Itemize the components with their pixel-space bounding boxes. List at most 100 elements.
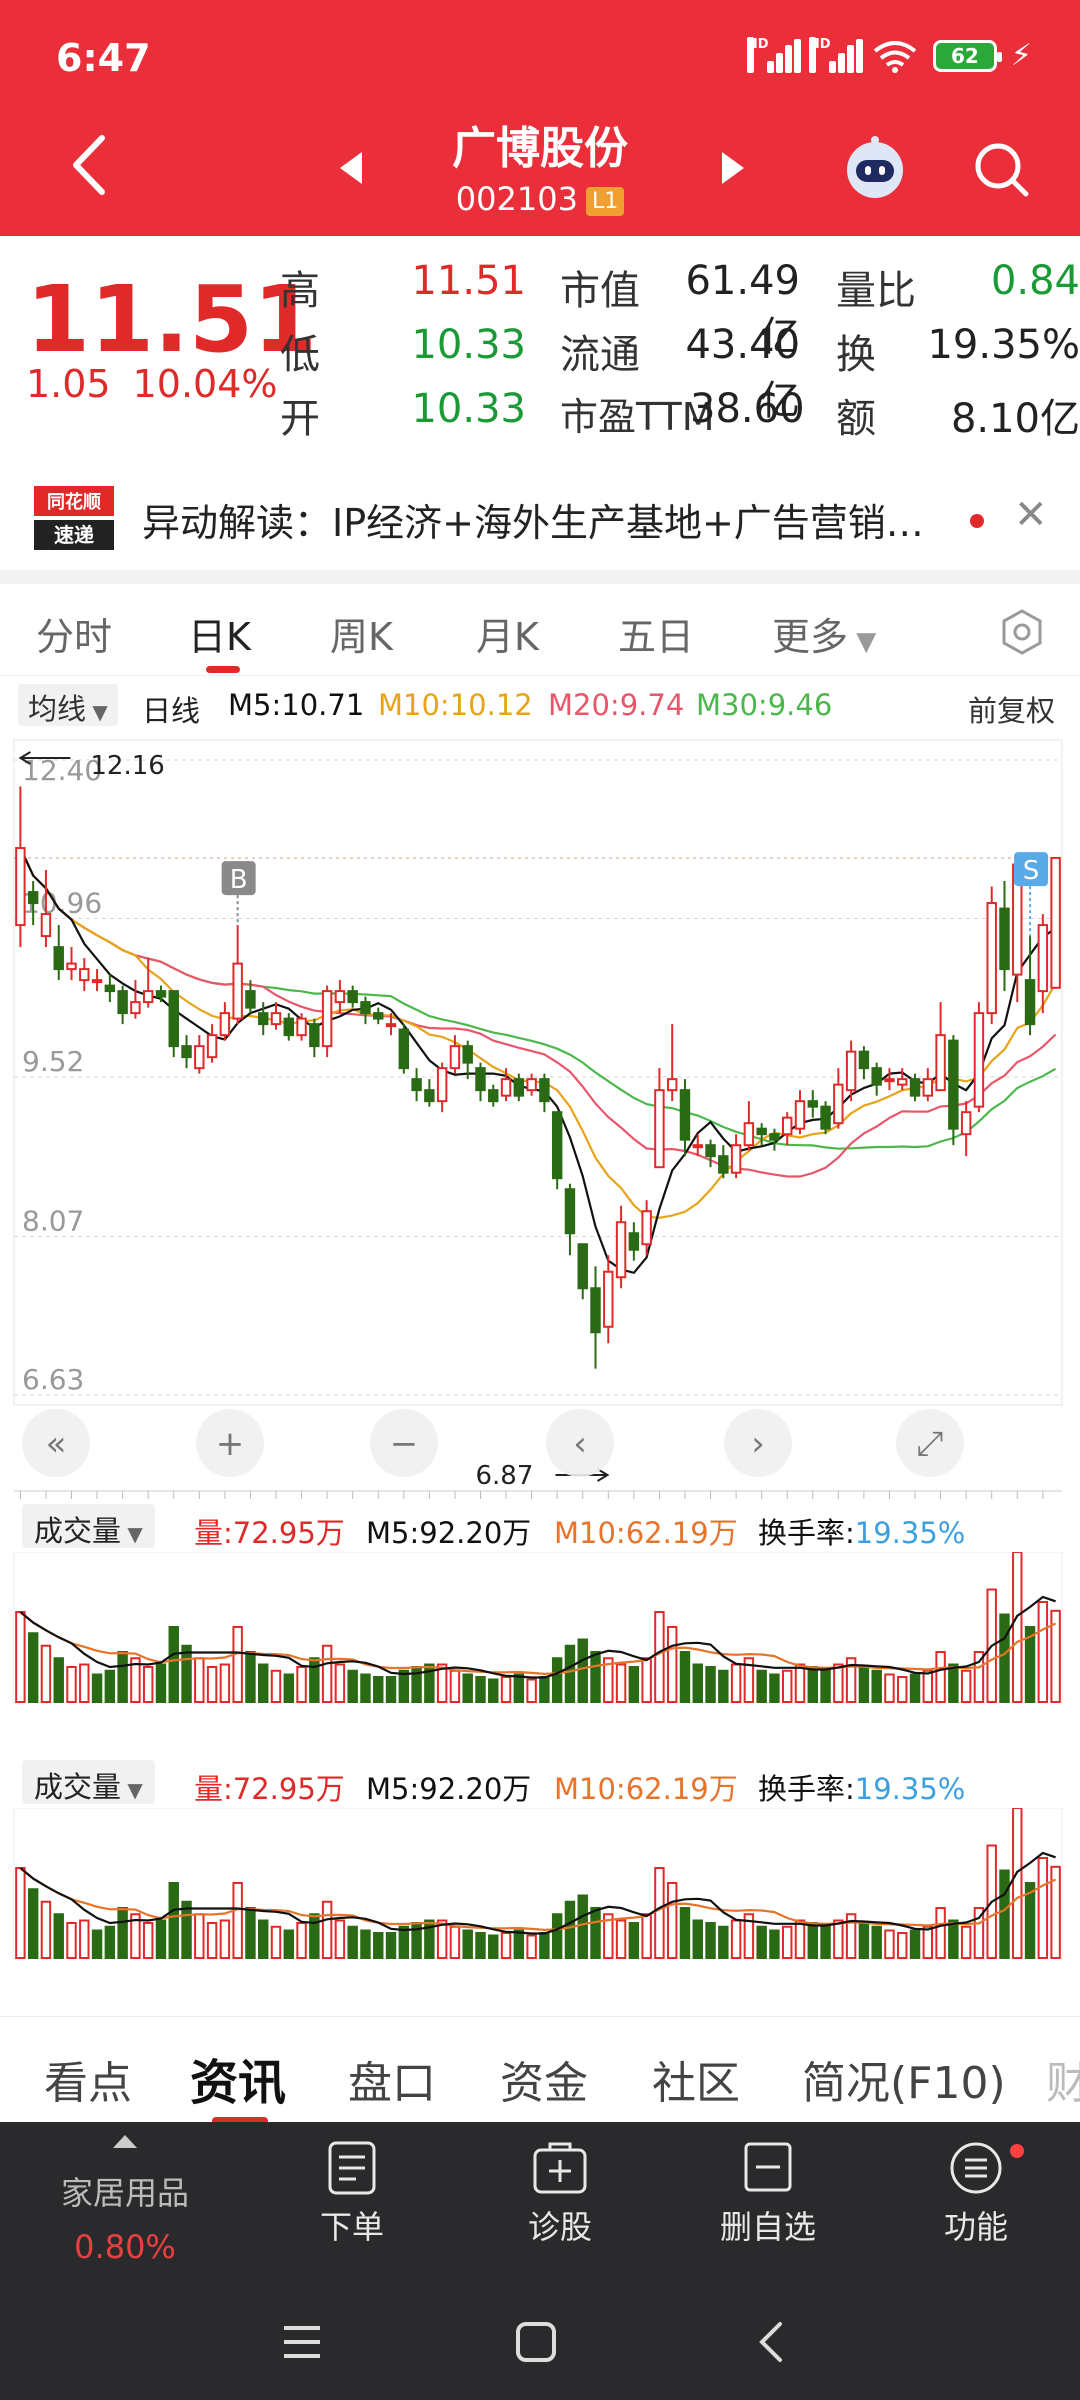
candle-body [743, 1122, 755, 1147]
tab-daily-k[interactable]: 日K [188, 606, 251, 661]
volume-bar [40, 1900, 52, 1959]
tab-intraday[interactable]: 分时 [36, 606, 112, 661]
volume-bar [155, 1663, 167, 1703]
volume-bar [679, 1651, 691, 1703]
volume-bar [219, 1919, 231, 1959]
diagnose-button[interactable]: 诊股 [480, 2140, 640, 2248]
volume-legend: 成交量 ▼ 量:72.95万 M5:92.20万 M10:62.19万 换手率:… [0, 1500, 1080, 1550]
tab-profile-f10[interactable]: 简况(F10) [802, 2047, 1006, 2111]
volume-bar [654, 1867, 665, 1959]
y-tick-label: 6.63 [22, 1363, 84, 1396]
volume-bar [500, 1932, 512, 1959]
volume-bar [807, 1922, 818, 1959]
tab-more[interactable]: 更多 ▼ [772, 606, 876, 661]
tab-five-day[interactable]: 五日 [618, 606, 694, 661]
tab-more-label: 更多 [772, 615, 849, 659]
low-marker-label: 6.87 [476, 1461, 534, 1491]
order-button[interactable]: 下单 [272, 2140, 432, 2248]
candle-body [40, 913, 52, 938]
signal-icon-2: HD [808, 36, 863, 73]
volume-bar [283, 1929, 294, 1959]
volume-bar [782, 1669, 793, 1703]
volume-selector-2[interactable]: 成交量 ▼ [22, 1760, 155, 1804]
candle-body [845, 1050, 857, 1092]
robot-assistant-icon[interactable] [840, 132, 910, 202]
volume-bar [615, 1663, 627, 1703]
volume-bar [270, 1925, 282, 1959]
volume-bar [935, 1651, 946, 1703]
candle [590, 1266, 601, 1369]
candle-body [564, 1188, 576, 1235]
volume-bar [181, 1644, 192, 1703]
candle-body [321, 990, 333, 1048]
candle [488, 1084, 499, 1107]
volume-selector[interactable]: 成交量 ▼ [22, 1504, 155, 1548]
volume-bar [782, 1925, 793, 1959]
candle-body [666, 1078, 678, 1092]
candle-body [833, 1083, 844, 1125]
amount-label: 额 [836, 396, 876, 442]
ma-selector[interactable]: 均线 ▼ [18, 684, 118, 726]
candle-body [641, 1210, 652, 1246]
candle [935, 1002, 946, 1092]
volume-bar [718, 1669, 729, 1703]
tab-weekly-k[interactable]: 周K [330, 606, 393, 661]
tab-news[interactable]: 资讯 [190, 2043, 286, 2113]
volume-bar [897, 1676, 908, 1703]
candle [117, 985, 128, 1025]
volume-bar [922, 1669, 934, 1703]
low-label: 低 [280, 332, 320, 378]
notification-dot [1010, 2144, 1024, 2158]
volume-bar [385, 1932, 397, 1959]
ma30-value: M30:9.46 [696, 688, 833, 722]
signal-icon: HD [746, 36, 801, 73]
news-headline[interactable]: 异动解读：IP经济+海外生产基地+广告营销… [142, 492, 924, 547]
header-bar: 6:47 HD HD 62 ⚡ 广博股份 002103 L1 [0, 0, 1080, 236]
news-ticker[interactable]: 同花顺 速递 异动解读：IP经济+海外生产基地+广告营销… ✕ [0, 470, 1080, 570]
volume-bar [730, 1919, 742, 1959]
close-icon[interactable]: ✕ [1014, 492, 1048, 538]
candle-body [347, 990, 358, 1004]
ma20-value: M20:9.74 [548, 688, 685, 722]
candle [500, 1068, 512, 1102]
candle [577, 1243, 588, 1300]
volume-bar [718, 1925, 729, 1959]
volume-bar [15, 1867, 26, 1959]
candlestick-chart[interactable]: 12.4010.969.528.076.6312.166.87BS«+−‹›⤢2… [0, 730, 1080, 1510]
status-bar: 6:47 HD HD 62 ⚡ [0, 0, 1080, 116]
candle-body [718, 1155, 729, 1174]
tab-finance[interactable]: 财 [1046, 2047, 1080, 2111]
tab-order-book[interactable]: 盘口 [348, 2047, 436, 2111]
remove-favorite-button[interactable]: 删自选 [688, 2140, 848, 2248]
volume-bar [705, 1666, 716, 1703]
candle-body [871, 1067, 882, 1086]
back-nav-icon[interactable] [752, 2320, 792, 2364]
tab-monthly-k[interactable]: 月K [476, 606, 539, 661]
candle [79, 958, 90, 992]
volume-bar [296, 1922, 307, 1959]
candle [615, 1205, 627, 1289]
amount-value: 8.10亿 [950, 396, 1080, 442]
adjust-mode[interactable]: 前复权 [968, 688, 1055, 730]
volume-bars-2 [13, 1808, 1063, 1959]
candle [960, 1101, 972, 1157]
candle [858, 1046, 870, 1080]
tab-capital[interactable]: 资金 [500, 2047, 588, 2111]
volume-bar [526, 1934, 537, 1959]
function-menu-icon [950, 2142, 1002, 2194]
chart-settings-icon[interactable] [998, 608, 1046, 656]
candle-body [194, 1045, 205, 1070]
candle-body [385, 1023, 397, 1028]
buy-marker: B [221, 861, 256, 926]
tab-highlights[interactable]: 看点 [44, 2047, 132, 2111]
sector-info[interactable]: 家居用品 0.80% [40, 2132, 210, 2266]
volume-bar [27, 1632, 39, 1703]
search-icon[interactable] [970, 138, 1034, 202]
volume-bar [871, 1669, 882, 1703]
tab-community[interactable]: 社区 [652, 2047, 740, 2111]
home-icon[interactable] [514, 2320, 558, 2364]
function-button[interactable]: 功能 [896, 2140, 1056, 2248]
chart-control-icon: ⤢ [916, 1424, 943, 1464]
high-value: 11.51 [411, 258, 526, 304]
menu-icon[interactable] [280, 2322, 324, 2362]
